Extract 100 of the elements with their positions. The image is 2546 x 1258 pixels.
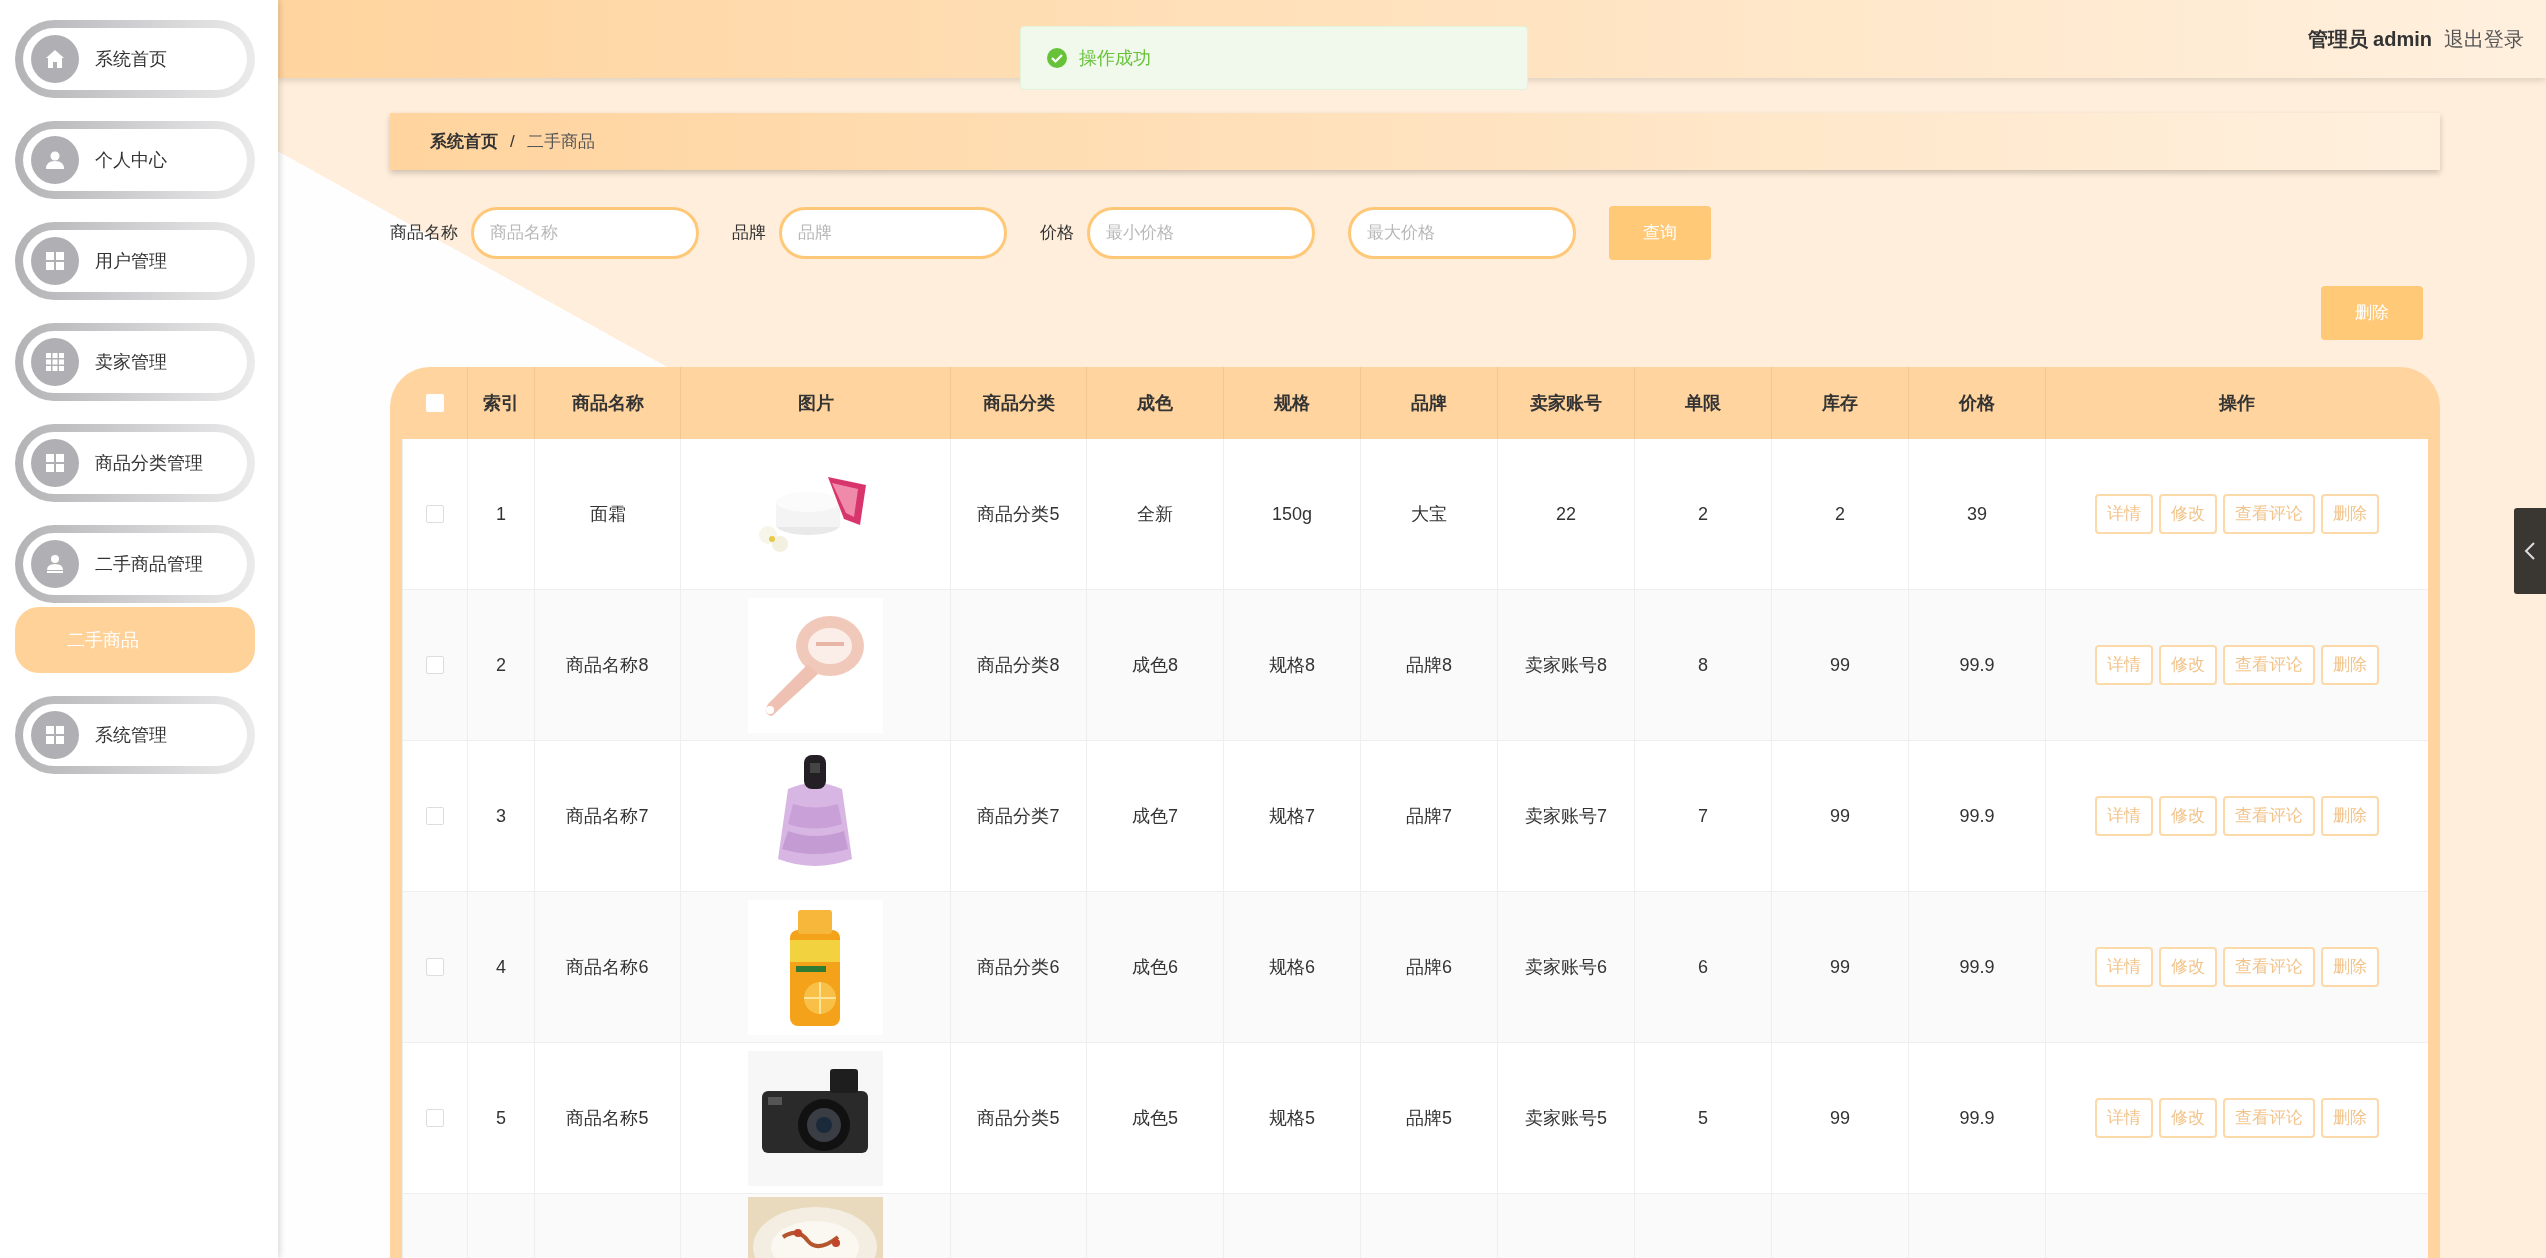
action-button[interactable]: 修改 — [2159, 796, 2217, 836]
action-button[interactable]: 详情 — [2095, 1098, 2153, 1138]
table-cell: 全新 — [1086, 439, 1223, 590]
action-button[interactable]: 详情 — [2095, 796, 2153, 836]
table-cell: 99 — [1771, 590, 1908, 741]
row-checkbox[interactable] — [426, 958, 444, 976]
table-cell: 商品分类7 — [950, 741, 1086, 892]
table-cell: 22 — [1497, 439, 1634, 590]
table-cell: 7 — [1634, 741, 1771, 892]
table-cell: 成色8 — [1086, 590, 1223, 741]
table-cell: 品牌8 — [1360, 590, 1497, 741]
table-cell: 3 — [467, 741, 534, 892]
input-field[interactable]: 最小价格 — [1087, 207, 1315, 259]
table-cell: 2 — [1771, 439, 1908, 590]
table-cell: 99 — [1771, 892, 1908, 1043]
table-cell: 卖家账号7 — [1497, 741, 1634, 892]
table-cell: 5 — [1634, 1043, 1771, 1194]
table-cell: 成色7 — [1086, 741, 1223, 892]
grid-icon — [44, 724, 66, 746]
table-cell: 商品名称5 — [534, 1043, 680, 1194]
table-cell: 品牌5 — [1360, 1043, 1497, 1194]
table-cell: 8 — [1634, 590, 1771, 741]
delete-button[interactable]: 删除 — [2321, 286, 2423, 340]
row-checkbox[interactable] — [426, 807, 444, 825]
table-cell: 卖家账号6 — [1497, 892, 1634, 1043]
input-field[interactable]: 商品名称 — [471, 207, 699, 259]
table-cell: 规格5 — [1223, 1043, 1360, 1194]
filter-label: 商品名称 — [390, 222, 458, 245]
table-cell: 99.9 — [1908, 741, 2045, 892]
table-cell: 99.9 — [1908, 1043, 2045, 1194]
action-button[interactable]: 删除 — [2321, 947, 2379, 987]
table-cell: 规格8 — [1223, 590, 1360, 741]
table-cell: 成色5 — [1086, 1043, 1223, 1194]
action-button[interactable]: 查看评论 — [2223, 1098, 2315, 1138]
table-cell: 2 — [1634, 439, 1771, 590]
table-cell: 99.9 — [1908, 590, 2045, 741]
check-icon — [1047, 48, 1067, 68]
home-icon — [44, 48, 66, 70]
table-cell: 99 — [1771, 741, 1908, 892]
filter-label: 价格 — [1040, 222, 1074, 245]
row-checkbox[interactable] — [426, 505, 444, 523]
action-button[interactable]: 修改 — [2159, 645, 2217, 685]
table-cell: 商品分类5 — [950, 439, 1086, 590]
row-checkbox[interactable] — [426, 1109, 444, 1127]
action-button[interactable]: 删除 — [2321, 1098, 2379, 1138]
table-cell: 99 — [1771, 1043, 1908, 1194]
user-icon — [44, 149, 66, 171]
table-cell: 1 — [467, 439, 534, 590]
input-field[interactable]: 品牌 — [779, 207, 1007, 259]
table-cell: 规格6 — [1223, 892, 1360, 1043]
action-button[interactable]: 删除 — [2321, 645, 2379, 685]
action-button[interactable]: 修改 — [2159, 494, 2217, 534]
select-all-checkbox[interactable] — [425, 394, 444, 412]
table-cell: 6 — [1634, 892, 1771, 1043]
action-button[interactable]: 详情 — [2095, 494, 2153, 534]
chevron-left-icon — [2524, 541, 2536, 561]
user-label: 管理员 admin — [2307, 27, 2432, 52]
grid-icon — [44, 250, 66, 272]
table-cell: 商品分类5 — [950, 1043, 1086, 1194]
user-icon — [44, 553, 66, 575]
filter-label: 品牌 — [732, 222, 766, 245]
row-checkbox[interactable] — [426, 656, 444, 674]
grid-icon — [44, 452, 66, 474]
table-cell: 商品分类8 — [950, 590, 1086, 741]
table-cell: 卖家账号5 — [1497, 1043, 1634, 1194]
table-cell: 面霜 — [534, 439, 680, 590]
action-button[interactable]: 修改 — [2159, 947, 2217, 987]
table-cell: 卖家账号8 — [1497, 590, 1634, 741]
table-cell: 品牌6 — [1360, 892, 1497, 1043]
action-button[interactable]: 详情 — [2095, 947, 2153, 987]
table-cell: 规格7 — [1223, 741, 1360, 892]
collapse-tab[interactable] — [2514, 508, 2546, 594]
table-cell: 商品名称8 — [534, 590, 680, 741]
table-cell: 5 — [467, 1043, 534, 1194]
table-cell: 商品名称6 — [534, 892, 680, 1043]
action-button[interactable]: 查看评论 — [2223, 796, 2315, 836]
action-button[interactable]: 查看评论 — [2223, 947, 2315, 987]
grid-icon — [44, 351, 66, 373]
breadcrumb-item[interactable]: 系统首页 — [430, 128, 498, 155]
table-cell: 大宝 — [1360, 439, 1497, 590]
table-cell: 4 — [467, 892, 534, 1043]
action-button[interactable]: 删除 — [2321, 796, 2379, 836]
action-button[interactable]: 查看评论 — [2223, 494, 2315, 534]
input-field[interactable]: 最大价格 — [1348, 207, 1576, 259]
table-cell: 品牌7 — [1360, 741, 1497, 892]
action-button[interactable]: 删除 — [2321, 494, 2379, 534]
logout-link[interactable]: 退出登录 — [2444, 24, 2524, 54]
table-cell: 成色6 — [1086, 892, 1223, 1043]
table-cell: 商品名称7 — [534, 741, 680, 892]
action-button[interactable]: 查看评论 — [2223, 645, 2315, 685]
toast-message: 操作成功 — [1079, 46, 1151, 70]
breadcrumb-separator: / — [510, 130, 515, 153]
breadcrumb-item: 二手商品 — [526, 130, 595, 153]
submenu-item[interactable]: 二手商品 — [15, 607, 255, 673]
action-button[interactable]: 详情 — [2095, 645, 2153, 685]
action-button[interactable]: 修改 — [2159, 1098, 2217, 1138]
table-cell: 39 — [1908, 439, 2045, 590]
table-cell: 150g — [1223, 439, 1360, 590]
table-cell: 99.9 — [1908, 892, 2045, 1043]
search-button[interactable]: 查询 — [1609, 206, 1711, 260]
